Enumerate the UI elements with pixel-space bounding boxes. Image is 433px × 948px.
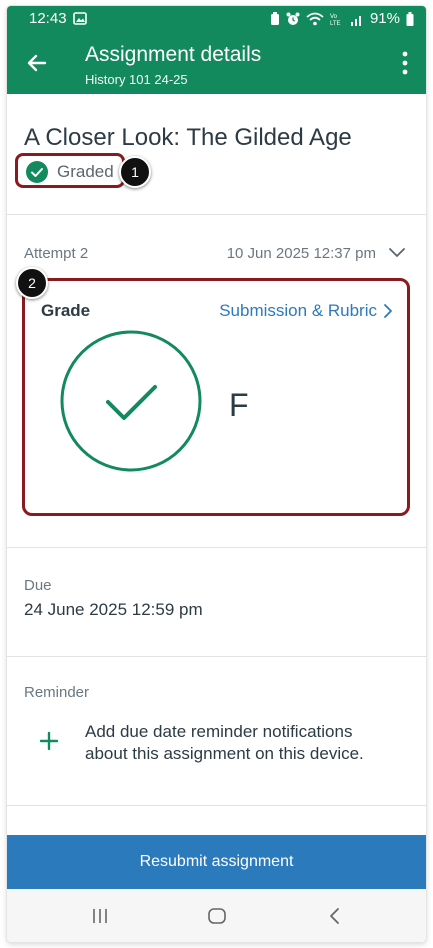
app-bar-title: Assignment details	[85, 43, 262, 66]
grade-label: Grade	[41, 301, 91, 320]
add-reminder-text[interactable]: Add due date reminder notifications abou…	[85, 721, 385, 765]
callout-1: 1	[119, 156, 151, 188]
check-circle-icon	[26, 161, 48, 183]
wifi-icon	[306, 12, 324, 25]
phone-screen: 12:43 Vo LTE 91% Assignment details Hist…	[7, 6, 426, 942]
due-date: 24 June 2025 12:59 pm	[24, 600, 203, 619]
divider	[7, 547, 426, 548]
home-icon[interactable]	[207, 907, 227, 925]
attempt-date[interactable]: 10 Jun 2025 12:37 pm	[227, 245, 376, 262]
system-nav-bar	[7, 889, 426, 942]
submission-rubric-link[interactable]: Submission & Rubric	[219, 301, 377, 321]
status-icons: Vo LTE 91%	[270, 10, 414, 27]
alarm-icon	[286, 12, 300, 25]
svg-text:LTE: LTE	[330, 21, 341, 26]
callout-2: 2	[16, 267, 48, 299]
due-label: Due	[24, 577, 52, 594]
status-bar: 12:43 Vo LTE 91%	[7, 6, 426, 32]
battery-percent: 91%	[369, 10, 400, 27]
app-bar: Assignment details History 101 24-25	[7, 32, 426, 94]
resubmit-assignment-button[interactable]: Resubmit assignment	[7, 835, 426, 889]
recent-apps-icon[interactable]	[91, 907, 109, 925]
assignment-title: A Closer Look: The Gilded Age	[24, 124, 352, 151]
divider	[7, 805, 426, 806]
app-bar-subtitle: History 101 24-25	[85, 72, 188, 87]
divider	[7, 656, 426, 657]
battery-saver-icon	[270, 11, 279, 25]
signal-icon	[350, 15, 361, 26]
plus-icon[interactable]	[38, 730, 60, 752]
reminder-label: Reminder	[24, 684, 90, 701]
gallery-icon	[73, 12, 87, 25]
chevron-right-icon[interactable]	[383, 303, 393, 319]
battery-icon	[406, 11, 414, 26]
arrow-left-icon[interactable]	[23, 49, 51, 77]
chevron-down-icon[interactable]	[388, 246, 406, 260]
grade-check-circle-icon	[60, 330, 202, 472]
svg-text:Vo: Vo	[330, 14, 338, 20]
divider	[7, 214, 426, 215]
back-nav-icon[interactable]	[327, 907, 341, 925]
volte-icon: Vo LTE	[330, 14, 341, 26]
more-vertical-icon[interactable]	[398, 50, 412, 76]
status-badge: Graded	[57, 162, 114, 181]
grade-value: F	[229, 387, 249, 423]
attempt-label: Attempt 2	[24, 245, 89, 262]
status-time: 12:43	[29, 10, 67, 27]
